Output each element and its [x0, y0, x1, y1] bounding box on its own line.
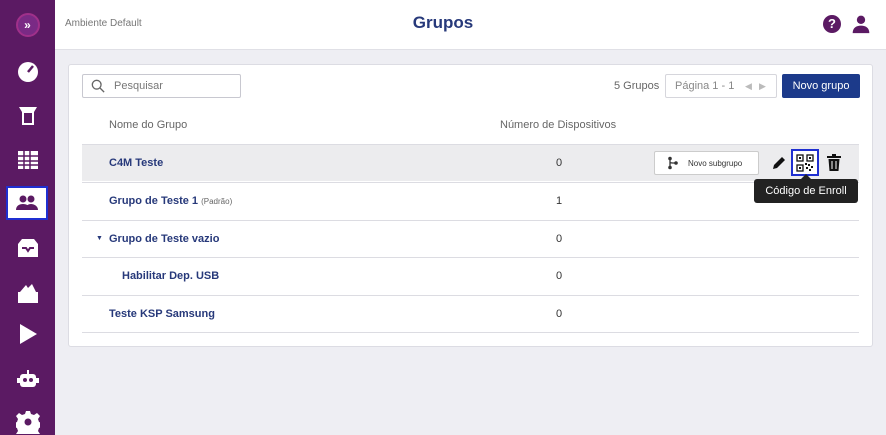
- prev-page-icon[interactable]: ◀: [745, 81, 752, 92]
- groups-icon: [16, 195, 38, 210]
- sidebar-item-table[interactable]: [0, 138, 55, 182]
- sidebar-item-apps[interactable]: [0, 272, 55, 316]
- expand-menu-button[interactable]: »: [0, 0, 55, 50]
- sidebar-item-dashboard[interactable]: [0, 50, 55, 94]
- group-name[interactable]: C4M Teste: [109, 157, 163, 169]
- device-count: 0: [556, 233, 563, 245]
- collapse-caret-icon[interactable]: ▼: [96, 235, 103, 242]
- column-header-name: Nome do Grupo: [109, 119, 188, 131]
- group-name[interactable]: Grupo de Teste 1 (Padrão): [109, 195, 232, 207]
- double-chevron-right-icon: »: [15, 13, 40, 37]
- qr-code-icon[interactable]: [791, 149, 819, 176]
- default-tag: (Padrão): [201, 197, 233, 206]
- dashboard-icon: [17, 62, 38, 82]
- new-group-button[interactable]: Novo grupo: [782, 74, 860, 98]
- sidebar-item-devices[interactable]: [0, 94, 55, 138]
- device-count: 0: [556, 157, 563, 169]
- new-subgroup-label: Novo subgrupo: [688, 159, 743, 168]
- apps-icon: [17, 284, 38, 303]
- group-name[interactable]: Teste KSP Samsung: [109, 308, 215, 320]
- new-subgroup-button[interactable]: Novo subgrupo: [654, 151, 759, 175]
- table-row[interactable]: C4M Teste 0 Novo subgrupo: [82, 144, 859, 181]
- sidebar-item-groups[interactable]: [6, 186, 48, 220]
- groups-card: 5 Grupos Página 1 - 1 ◀ ▶ Novo grupo Nom…: [68, 64, 873, 347]
- sidebar-item-robot[interactable]: [0, 358, 55, 402]
- device-count: 0: [556, 308, 563, 320]
- group-count: 5 Grupos: [614, 80, 660, 92]
- pencil-icon[interactable]: [771, 155, 787, 171]
- branch-icon: [668, 156, 678, 170]
- next-page-icon[interactable]: ▶: [759, 81, 766, 92]
- search-box[interactable]: [82, 74, 241, 98]
- sidebar-item-play-store[interactable]: [0, 312, 55, 356]
- inbox-icon: [17, 239, 38, 257]
- group-name[interactable]: Grupo de Teste vazio: [109, 233, 219, 245]
- device-icon: [18, 107, 37, 125]
- pagination-label: Página 1 - 1: [675, 80, 735, 92]
- sidebar: »: [0, 0, 55, 435]
- trash-icon[interactable]: [827, 154, 841, 171]
- robot-icon: [16, 370, 39, 387]
- table-icon: [17, 151, 38, 169]
- top-bar: Ambiente Default Grupos ?: [55, 0, 886, 50]
- sidebar-item-settings[interactable]: [0, 400, 55, 435]
- page-title: Grupos: [412, 13, 474, 32]
- table-row[interactable]: Grupo de Teste 1 (Padrão) 1: [82, 182, 859, 219]
- group-name[interactable]: Habilitar Dep. USB: [122, 270, 219, 282]
- device-count: 1: [556, 195, 563, 207]
- tooltip: Código de Enroll: [754, 174, 858, 203]
- table-divider: [82, 332, 859, 333]
- column-header-devices: Número de Dispositivos: [500, 119, 617, 131]
- sidebar-item-inbox[interactable]: [0, 226, 55, 270]
- play-store-icon: [19, 324, 37, 344]
- user-icon[interactable]: [851, 14, 871, 34]
- settings-icon: [15, 411, 40, 434]
- search-input[interactable]: [114, 78, 234, 94]
- device-count: 0: [556, 270, 563, 282]
- pagination: Página 1 - 1 ◀ ▶: [665, 74, 777, 98]
- group-name-text: Grupo de Teste 1: [109, 195, 199, 207]
- table-row[interactable]: ▼ Grupo de Teste vazio 0: [82, 220, 859, 257]
- table-row[interactable]: Habilitar Dep. USB 0: [82, 257, 859, 294]
- help-icon[interactable]: ?: [823, 15, 841, 33]
- search-icon: [91, 79, 105, 93]
- table-row[interactable]: Teste KSP Samsung 0: [82, 295, 859, 332]
